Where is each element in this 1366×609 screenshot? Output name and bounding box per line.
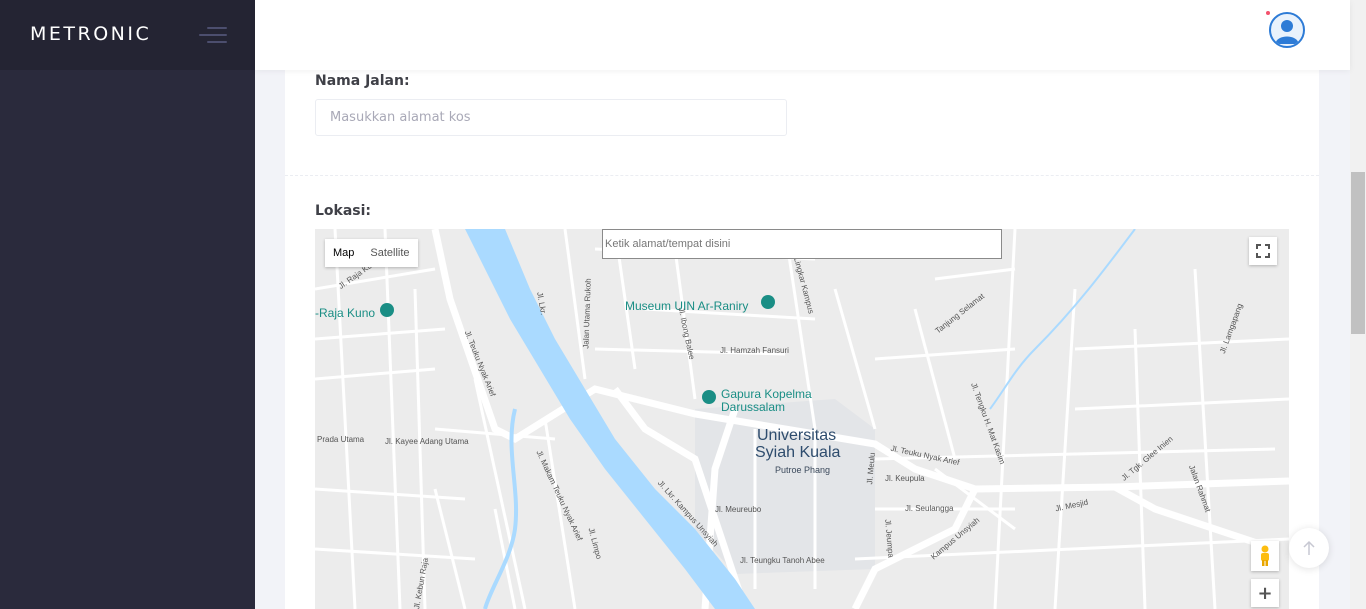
map-type-satellite-button[interactable]: Satellite <box>362 239 417 267</box>
zoom-in-button[interactable]: + <box>1251 579 1279 607</box>
street-label: Nama Jalan: <box>315 73 410 89</box>
sidebar-brand-area: METRONIC <box>0 0 255 70</box>
map-type-map-button[interactable]: Map <box>325 239 362 267</box>
place-putroe: Putroe Phang <box>775 465 831 475</box>
arrow-up-icon <box>1303 540 1315 555</box>
user-avatar-icon[interactable] <box>1269 12 1305 48</box>
poi-raja-kuno[interactable]: -Raja Kuno <box>315 306 375 320</box>
street-input[interactable] <box>315 99 787 136</box>
page-scrollbar-thumb[interactable] <box>1351 172 1365 334</box>
brand-logo[interactable]: METRONIC <box>30 23 151 45</box>
street-hamzah: Jl. Hamzah Fansuri <box>720 346 789 355</box>
location-label: Lokasi: <box>315 203 372 219</box>
street-prada: Prada Utama <box>317 435 365 444</box>
street-meureubo: Jl. Meureubo <box>715 505 762 514</box>
place-univ-line2: Syiah Kuala <box>755 444 841 461</box>
sidebar: METRONIC <box>0 0 255 609</box>
poi-museum[interactable]: Museum UIN Ar-Raniry <box>625 299 748 313</box>
street-view-pegman-icon[interactable] <box>1251 541 1279 571</box>
street-tanoh-abee: Jl. Teungku Tanoh Abee <box>740 556 825 565</box>
menu-toggle-icon[interactable] <box>197 27 227 45</box>
form-card: Nama Jalan: Lokasi: <box>285 70 1319 609</box>
scroll-top-button[interactable] <box>1289 528 1329 568</box>
location-map[interactable]: -Raja Kuno Museum UIN Ar-Raniry Gapura K… <box>315 229 1289 609</box>
section-divider <box>285 175 1319 176</box>
map-search-input[interactable] <box>602 229 1002 259</box>
street-keupula: Jl. Keupula <box>885 474 925 483</box>
street-seulangga: Jl. Seulangga <box>905 504 954 513</box>
map-type-control: Map Satellite <box>325 239 418 267</box>
place-univ-line1: Universitas <box>757 427 837 444</box>
top-header <box>255 0 1350 70</box>
poi-gapura-line1[interactable]: Gapura Kopelma <box>721 387 812 401</box>
street-kayee: Jl. Kayee Adang Utama <box>385 437 469 446</box>
poi-gapura-line2[interactable]: Darussalam <box>721 400 785 414</box>
fullscreen-icon[interactable] <box>1249 237 1277 265</box>
notification-dot <box>1266 11 1270 15</box>
